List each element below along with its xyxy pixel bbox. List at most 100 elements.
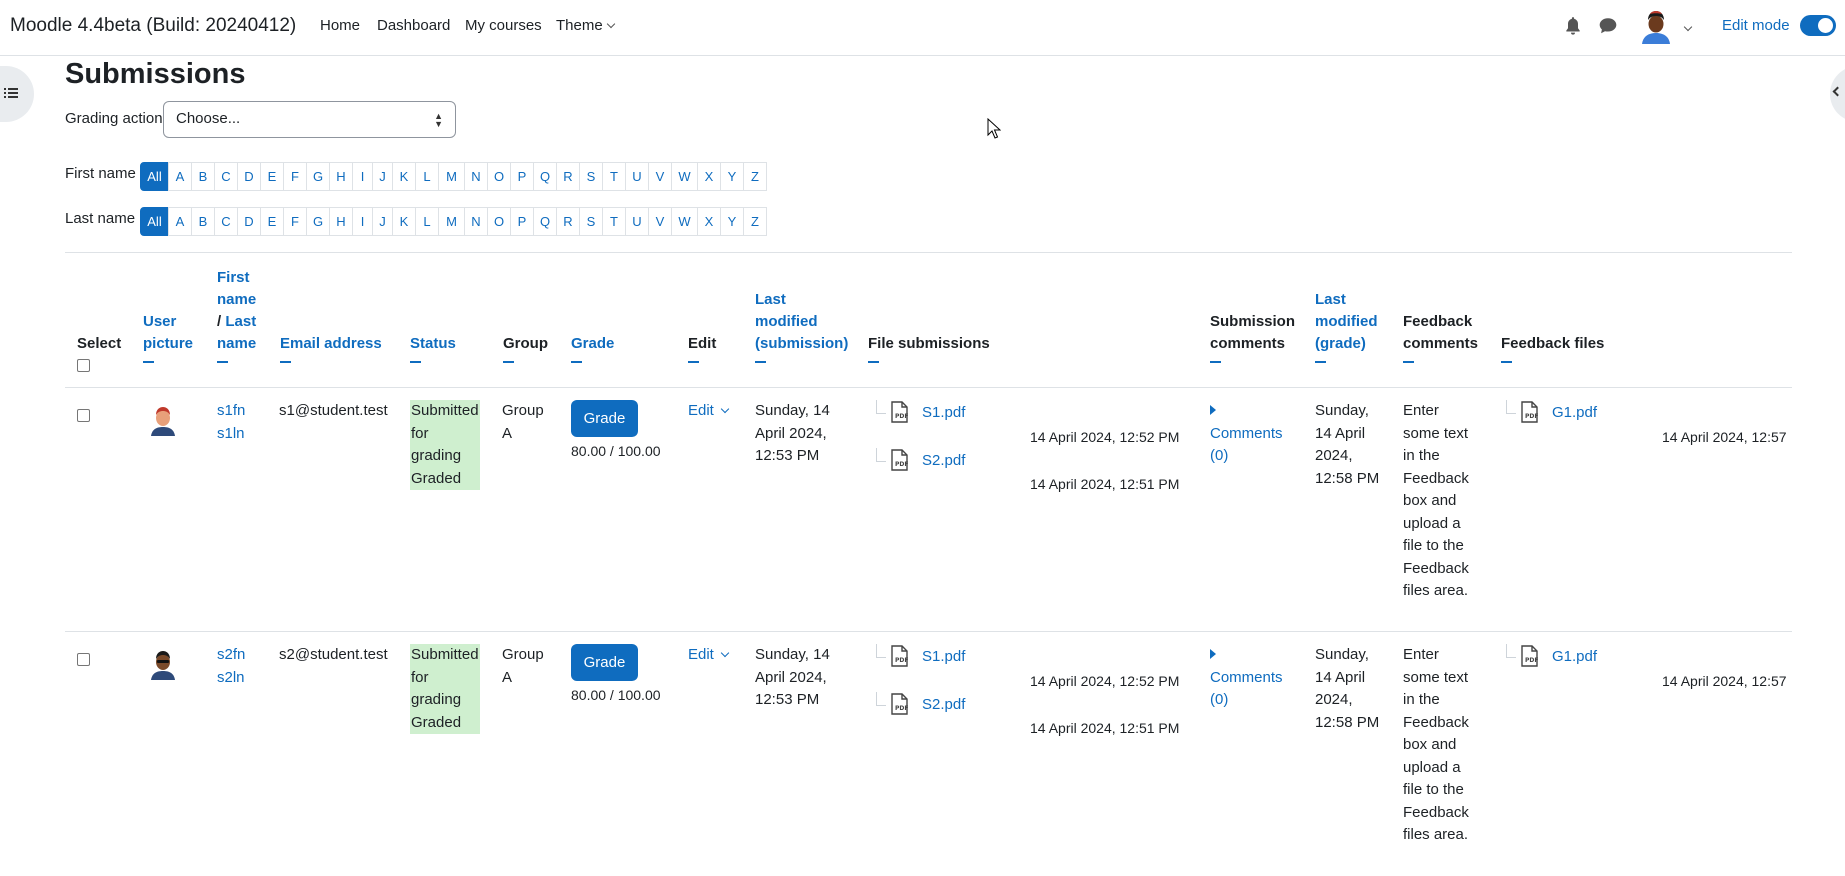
- first-name-initial-t[interactable]: T: [602, 162, 626, 191]
- first-name-initial-a[interactable]: A: [168, 162, 192, 191]
- last-name-initial-m[interactable]: M: [438, 207, 465, 236]
- last-name-initial-j[interactable]: J: [372, 207, 393, 236]
- row-select-checkbox[interactable]: [77, 409, 90, 422]
- first-name-initial-n[interactable]: N: [464, 162, 488, 191]
- first-name-link[interactable]: s2fn: [217, 644, 245, 667]
- nav-home[interactable]: Home: [320, 17, 360, 34]
- last-name-initial-all[interactable]: All: [140, 207, 169, 236]
- last-name-initial-g[interactable]: G: [306, 207, 330, 236]
- edit-menu[interactable]: Edit: [688, 644, 730, 667]
- file-link[interactable]: S1.pdf: [922, 648, 965, 665]
- last-name-initial-b[interactable]: B: [191, 207, 215, 236]
- last-name-initial-d[interactable]: D: [237, 207, 261, 236]
- last-name-initial-w[interactable]: W: [671, 207, 698, 236]
- open-course-index-button[interactable]: [0, 66, 34, 122]
- collapse-icon[interactable]: [688, 361, 699, 363]
- collapse-icon[interactable]: [410, 361, 421, 363]
- last-name-initial-c[interactable]: C: [214, 207, 238, 236]
- user-avatar[interactable]: [1638, 8, 1674, 44]
- row-select-checkbox[interactable]: [77, 653, 90, 666]
- last-name-initial-t[interactable]: T: [602, 207, 626, 236]
- edit-menu[interactable]: Edit: [688, 400, 730, 423]
- collapse-icon[interactable]: [755, 361, 766, 363]
- first-name-initial-r[interactable]: R: [556, 162, 580, 191]
- first-name-initial-l[interactable]: L: [415, 162, 439, 191]
- first-name-initial-d[interactable]: D: [237, 162, 261, 191]
- file-link[interactable]: S2.pdf: [922, 452, 965, 469]
- last-name-initial-k[interactable]: K: [392, 207, 416, 236]
- site-name[interactable]: Moodle 4.4beta (Build: 20240412): [10, 15, 296, 37]
- first-name-initial-q[interactable]: Q: [533, 162, 557, 191]
- last-name-initial-h[interactable]: H: [329, 207, 353, 236]
- collapse-icon[interactable]: [503, 361, 514, 363]
- first-name-initial-g[interactable]: G: [306, 162, 330, 191]
- collapse-icon[interactable]: [143, 361, 154, 363]
- first-name-initial-z[interactable]: Z: [743, 162, 767, 191]
- header-last-line2[interactable]: name: [217, 333, 256, 355]
- first-name-initial-j[interactable]: J: [372, 162, 393, 191]
- feedback-file-link[interactable]: G1.pdf: [1552, 648, 1597, 665]
- user-avatar[interactable]: [147, 648, 179, 680]
- first-name-initial-u[interactable]: U: [625, 162, 649, 191]
- first-name-initial-b[interactable]: B: [191, 162, 215, 191]
- header-last-modified-submission[interactable]: Last modified (submission): [755, 289, 848, 367]
- first-name-initial-o[interactable]: O: [487, 162, 511, 191]
- first-name-initial-x[interactable]: X: [697, 162, 721, 191]
- collapse-icon[interactable]: [280, 361, 291, 363]
- grade-button[interactable]: Grade: [571, 644, 638, 681]
- file-link[interactable]: S1.pdf: [922, 404, 965, 421]
- header-user-picture[interactable]: User picture: [143, 311, 193, 367]
- last-name-initial-a[interactable]: A: [168, 207, 192, 236]
- nav-dashboard[interactable]: Dashboard: [377, 17, 450, 34]
- last-name-initial-z[interactable]: Z: [743, 207, 767, 236]
- first-name-initial-y[interactable]: Y: [720, 162, 744, 191]
- collapse-icon[interactable]: [217, 361, 228, 363]
- chevron-down-icon[interactable]: [1683, 22, 1693, 32]
- last-name-initial-r[interactable]: R: [556, 207, 580, 236]
- last-name-initial-x[interactable]: X: [697, 207, 721, 236]
- last-name-initial-i[interactable]: I: [352, 207, 373, 236]
- last-name-link[interactable]: s2ln: [217, 667, 245, 690]
- header-last-modified-grade[interactable]: Last modified (grade): [1315, 289, 1378, 367]
- first-name-initial-w[interactable]: W: [671, 162, 698, 191]
- nav-theme-dropdown[interactable]: Theme: [556, 17, 615, 34]
- header-first-line1[interactable]: First: [217, 267, 256, 289]
- collapse-icon[interactable]: [1315, 361, 1326, 363]
- last-name-initial-v[interactable]: V: [648, 207, 672, 236]
- first-name-initial-e[interactable]: E: [260, 162, 284, 191]
- open-block-drawer-button[interactable]: [1830, 66, 1845, 122]
- last-name-initial-n[interactable]: N: [464, 207, 488, 236]
- file-link[interactable]: S2.pdf: [922, 696, 965, 713]
- collapse-icon[interactable]: [1501, 361, 1512, 363]
- bell-icon[interactable]: [1564, 16, 1582, 36]
- collapse-icon[interactable]: [1403, 361, 1414, 363]
- collapse-icon[interactable]: [868, 361, 879, 363]
- user-avatar[interactable]: [147, 404, 179, 436]
- last-name-initial-u[interactable]: U: [625, 207, 649, 236]
- feedback-file-link[interactable]: G1.pdf: [1552, 404, 1597, 421]
- first-name-initial-f[interactable]: F: [283, 162, 307, 191]
- submission-comments-toggle[interactable]: Comments (0): [1210, 644, 1283, 712]
- first-name-link[interactable]: s1fn: [217, 400, 245, 423]
- last-name-link[interactable]: s1ln: [217, 423, 245, 446]
- first-name-initial-c[interactable]: C: [214, 162, 238, 191]
- last-name-initial-s[interactable]: S: [579, 207, 603, 236]
- first-name-initial-h[interactable]: H: [329, 162, 353, 191]
- last-name-initial-q[interactable]: Q: [533, 207, 557, 236]
- edit-mode-toggle[interactable]: [1800, 15, 1836, 36]
- first-name-initial-m[interactable]: M: [438, 162, 465, 191]
- grade-button[interactable]: Grade: [571, 400, 638, 437]
- last-name-initial-l[interactable]: L: [415, 207, 439, 236]
- last-name-initial-f[interactable]: F: [283, 207, 307, 236]
- nav-my-courses[interactable]: My courses: [465, 17, 542, 34]
- last-name-initial-y[interactable]: Y: [720, 207, 744, 236]
- collapse-icon[interactable]: [571, 361, 582, 363]
- last-name-initial-o[interactable]: O: [487, 207, 511, 236]
- first-name-initial-s[interactable]: S: [579, 162, 603, 191]
- header-first-line2[interactable]: name: [217, 289, 256, 311]
- submission-comments-toggle[interactable]: Comments (0): [1210, 400, 1283, 468]
- first-name-initial-i[interactable]: I: [352, 162, 373, 191]
- header-last-line1[interactable]: Last: [225, 313, 256, 330]
- first-name-initial-v[interactable]: V: [648, 162, 672, 191]
- first-name-initial-k[interactable]: K: [392, 162, 416, 191]
